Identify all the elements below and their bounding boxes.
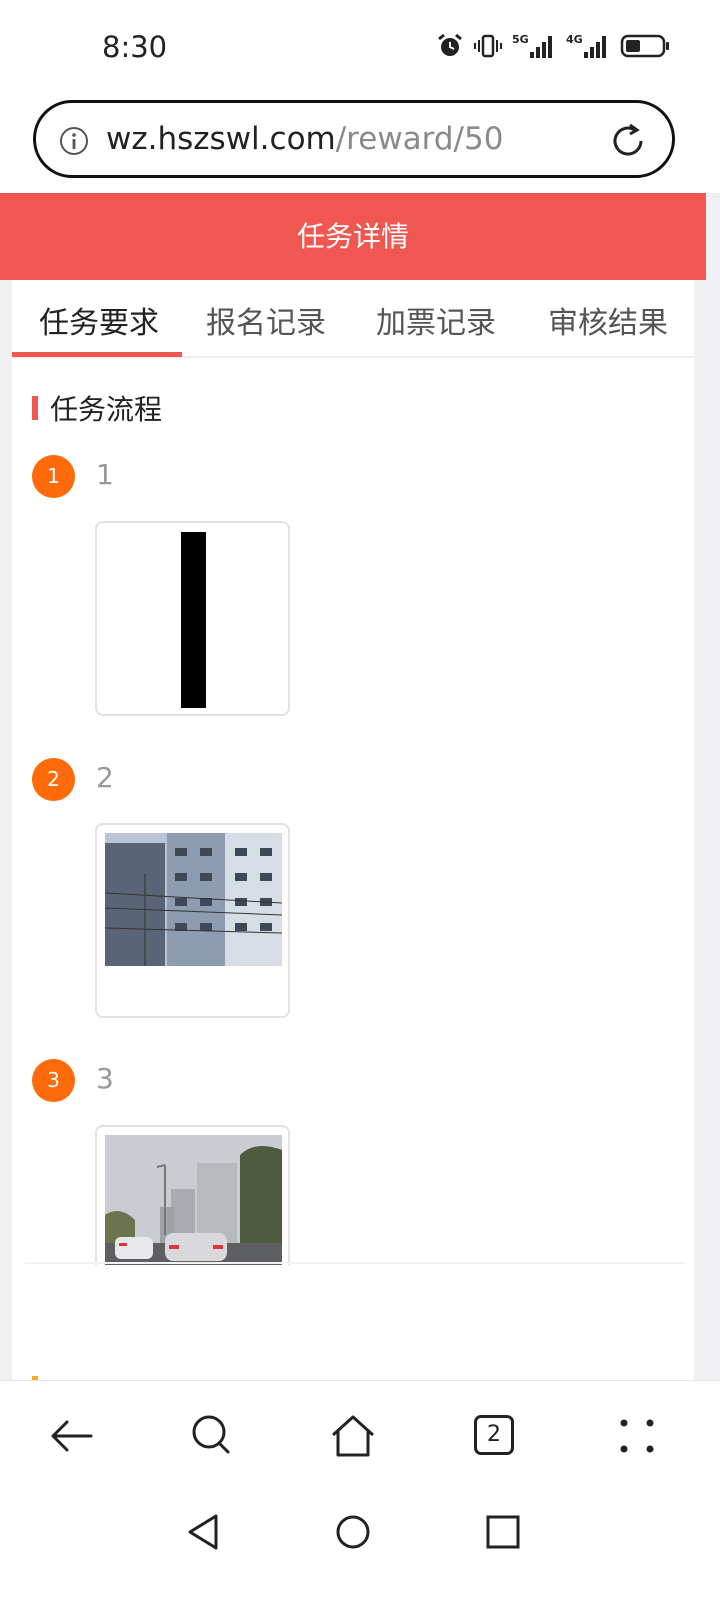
- url-path: /reward/50: [335, 121, 504, 157]
- tabs-icon[interactable]: 2: [474, 1415, 524, 1465]
- back-icon[interactable]: [47, 1411, 97, 1461]
- recents-square-icon[interactable]: [481, 1510, 525, 1554]
- gutter-left: [0, 280, 12, 1380]
- more-icon[interactable]: [612, 1411, 662, 1461]
- status-time: 8:30: [102, 30, 168, 64]
- info-icon[interactable]: [58, 125, 90, 157]
- battery-icon: [620, 34, 669, 58]
- signal-4g-icon: 4G: [566, 33, 606, 58]
- right-edge: [706, 193, 720, 280]
- status-bar: 8:30 5G 4G: [0, 0, 720, 96]
- status-icons: 5G 4G: [436, 32, 670, 60]
- vibrate-icon: [474, 34, 502, 58]
- step-badge-3: 3: [32, 1059, 75, 1102]
- street-photo: [105, 1135, 282, 1265]
- tab-indicator: [12, 352, 182, 357]
- svg-text:4G: 4G: [566, 33, 583, 46]
- back-triangle-icon[interactable]: [182, 1510, 226, 1554]
- search-icon[interactable]: [188, 1411, 238, 1461]
- tab-signup-records[interactable]: 报名记录: [206, 298, 326, 342]
- section-title: 任务流程: [50, 393, 163, 426]
- alarm-icon: [438, 33, 462, 56]
- image-black-bar: [181, 532, 206, 708]
- home-circle-icon[interactable]: [331, 1510, 375, 1554]
- content-divider: [25, 1262, 685, 1264]
- url-text[interactable]: wz.hszswl.com/reward/50: [106, 121, 503, 157]
- address-bar[interactable]: wz.hszswl.com/reward/50: [33, 100, 675, 178]
- section-title-marker: [32, 396, 38, 420]
- reload-icon[interactable]: [608, 121, 648, 161]
- browser-toolbar: 2: [0, 1380, 720, 1490]
- tab-count: 2: [474, 1415, 514, 1455]
- tab-review-results[interactable]: 审核结果: [548, 298, 668, 342]
- step-image-2[interactable]: [95, 823, 290, 1018]
- tab-task-requirements[interactable]: 任务要求: [39, 298, 159, 342]
- tab-bar: 任务要求 报名记录 加票记录 审核结果: [12, 280, 694, 358]
- page-header: 任务详情: [0, 193, 706, 280]
- step-label-3: 3: [96, 1062, 114, 1095]
- url-domain: wz.hszswl.com: [106, 121, 336, 157]
- step-badge-2: 2: [32, 758, 75, 801]
- step-label-2: 2: [96, 761, 114, 794]
- step-badge-1: 1: [32, 455, 75, 498]
- step-label-1: 1: [96, 458, 114, 491]
- system-nav-bar: [0, 1490, 720, 1600]
- signal-5g-icon: 5G: [512, 33, 552, 58]
- building-photo: [105, 833, 282, 966]
- step-image-3[interactable]: [95, 1125, 290, 1265]
- tab-vote-records[interactable]: 加票记录: [376, 298, 496, 342]
- gutter-right: [694, 280, 720, 1380]
- step-image-1[interactable]: [95, 521, 290, 716]
- home-icon[interactable]: [328, 1411, 378, 1461]
- page-title: 任务详情: [296, 220, 409, 253]
- svg-text:5G: 5G: [512, 33, 529, 46]
